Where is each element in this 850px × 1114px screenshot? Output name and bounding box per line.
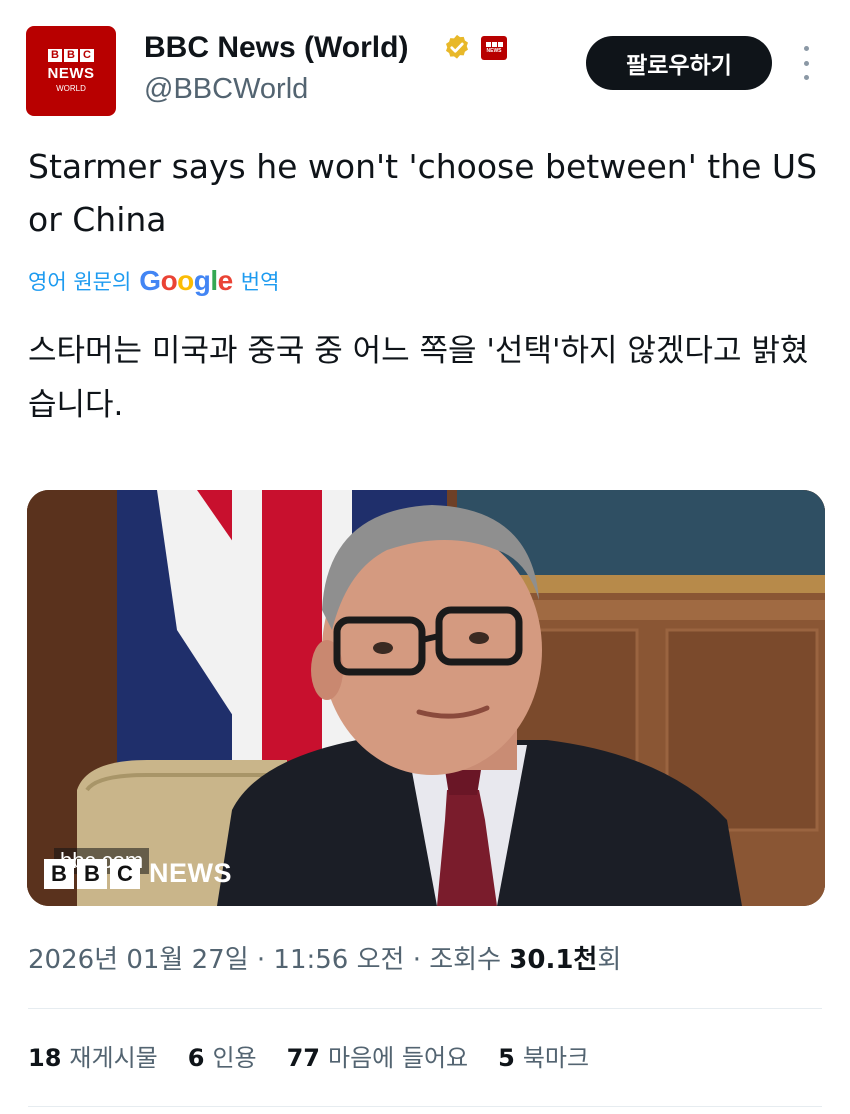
views-count: 30.1천	[509, 945, 598, 975]
account-handle[interactable]: @BBCWorld	[144, 72, 308, 106]
bbc-block: B	[48, 48, 62, 62]
timestamp-text: 2026년 01월 27일 · 11:56 오전 · 조회수	[28, 945, 502, 975]
follow-button[interactable]: 팔로우하기	[586, 36, 772, 90]
divider	[28, 1106, 822, 1107]
affiliate-blocks	[485, 42, 503, 47]
views-suffix: 회	[597, 945, 622, 975]
logo-news-text: NEWS	[149, 858, 232, 888]
more-options-icon[interactable]	[800, 46, 812, 80]
avatar-news-text: NEWS	[47, 64, 95, 82]
tweet-text: Starmer says he won't 'choose between' t…	[28, 147, 818, 239]
quotes-stat[interactable]: 6 인용	[188, 1038, 257, 1078]
reposts-stat[interactable]: 18 재게시물	[28, 1038, 158, 1078]
engagement-stats: 18 재게시물 6 인용 77 마음에 들어요 5 북마크	[28, 1038, 589, 1078]
translate-prefix: 영어 원문의	[28, 270, 132, 294]
bbc-block: C	[80, 48, 94, 62]
avatar-world-text: WORLD	[56, 83, 86, 93]
logo-block: B	[44, 858, 74, 889]
display-name[interactable]: BBC News (World)	[144, 30, 408, 66]
bbc-block: B	[64, 48, 78, 62]
translated-text: 스타머는 미국과 중국 중 어느 쪽을 '선택'하지 않겠다고 밝혔습니다.	[28, 333, 809, 423]
bookmarks-stat[interactable]: 5 북마크	[498, 1038, 589, 1078]
affiliate-text: NEWS	[486, 48, 502, 54]
divider	[28, 1008, 822, 1009]
bbc-news-watermark: B B C NEWS	[44, 858, 232, 889]
avatar[interactable]: B B C NEWS WORLD	[26, 26, 116, 116]
photo-scene	[27, 490, 825, 906]
likes-stat[interactable]: 77 마음에 들어요	[287, 1038, 469, 1078]
google-logo: Google	[139, 265, 233, 296]
bbc-logo-blocks: B B C	[48, 48, 94, 62]
verified-badge-icon[interactable]	[442, 33, 472, 63]
translation-attribution[interactable]: 영어 원문의 Google 번역	[28, 264, 279, 298]
logo-block: B	[77, 858, 107, 889]
affiliate-badge-icon[interactable]: NEWS	[481, 36, 507, 60]
tweet-timestamp[interactable]: 2026년 01월 27일 · 11:56 오전 · 조회수 30.1천회	[28, 940, 621, 980]
translate-suffix: 번역	[240, 270, 280, 294]
logo-block: C	[110, 858, 140, 889]
tweet-image[interactable]	[27, 490, 825, 906]
